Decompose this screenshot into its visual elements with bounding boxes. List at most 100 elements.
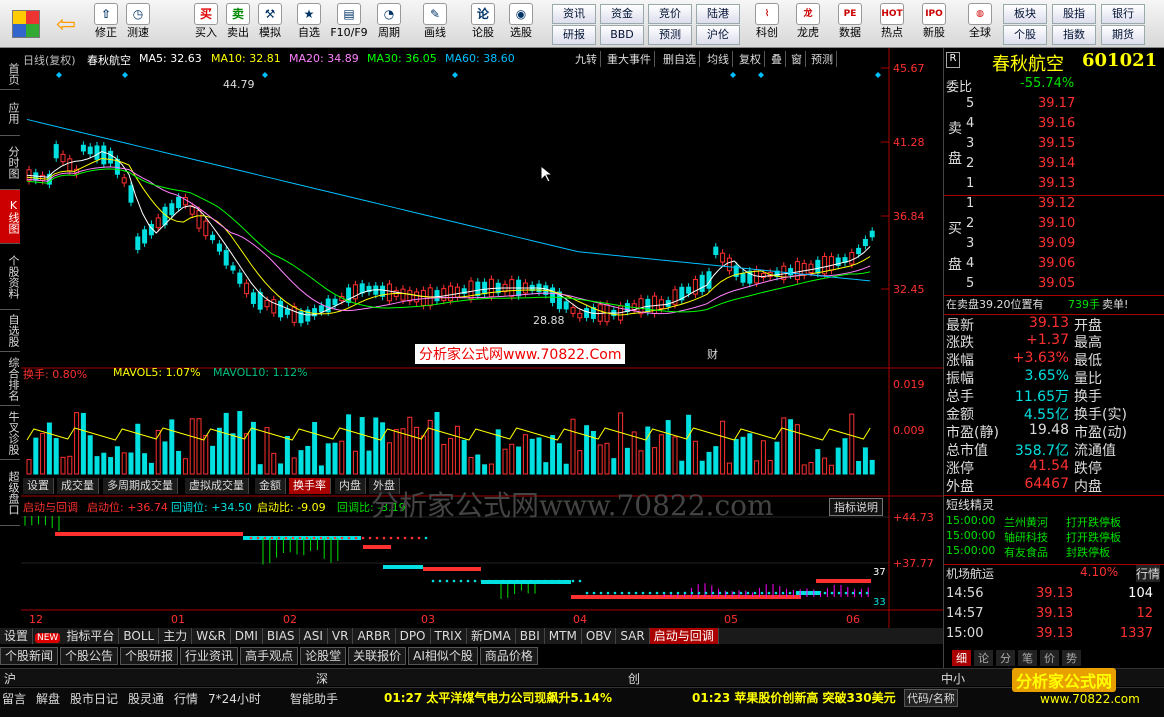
left-tab-3[interactable]: K线图 xyxy=(0,190,20,244)
indicator-help-button[interactable]: 指标说明 xyxy=(829,498,883,516)
news-tab[interactable]: 个股公告 xyxy=(60,647,119,665)
indicator-tab[interactable]: 启动与回调 xyxy=(649,628,719,644)
market-index-label[interactable]: 创 xyxy=(628,670,640,687)
elf-stock[interactable]: 兰州黄河 xyxy=(1004,514,1048,530)
toolbar-btn-6[interactable]: ▤ F10/F9 xyxy=(330,2,368,46)
chart-period-label[interactable]: 日线(复权) xyxy=(23,52,76,68)
chart-menu-item[interactable]: 重大事件 xyxy=(604,51,655,67)
indicator-tab[interactable]: VR xyxy=(328,628,354,644)
sector-label[interactable]: 机场航运 xyxy=(946,565,994,582)
bid-price[interactable]: 39.10 xyxy=(1038,216,1075,231)
toolbar-grid2-btn[interactable]: 银行 xyxy=(1101,4,1145,24)
indicator-tab[interactable]: BIAS xyxy=(263,628,300,644)
quote-bottom-tab[interactable]: 价 xyxy=(1040,650,1059,666)
market-index-label[interactable]: 沪 xyxy=(4,670,16,687)
quote-bottom-tab[interactable]: 细 xyxy=(952,650,971,666)
left-tab-5[interactable]: 自选股 xyxy=(0,310,20,352)
bid-price[interactable]: 39.12 xyxy=(1038,196,1075,211)
status-item[interactable]: 股市日记 xyxy=(70,690,118,707)
news-tab[interactable]: 商品价格 xyxy=(479,647,538,665)
news-ticker-2[interactable]: 01:23 苹果股价创新高 突破330美元 xyxy=(692,689,902,706)
news-tab[interactable]: 论股堂 xyxy=(300,647,347,665)
vol-tab[interactable]: 金额 xyxy=(255,478,286,494)
chart-menu-item[interactable]: 删自选 xyxy=(660,51,700,67)
status-item[interactable]: 股灵通 xyxy=(128,690,164,707)
market-index-label[interactable]: 中小 xyxy=(941,670,965,687)
left-tab-6[interactable]: 综合排名 xyxy=(0,352,20,406)
chart-menu-item[interactable]: 窗 xyxy=(788,51,806,67)
app-logo-icon[interactable] xyxy=(12,10,40,38)
indicator-tab[interactable]: 新DMA xyxy=(467,628,516,644)
indicator-tab[interactable]: TRIX xyxy=(431,628,467,644)
quote-bottom-tab[interactable]: 论 xyxy=(974,650,993,666)
news-tab[interactable]: 关联报价 xyxy=(348,647,407,665)
bid-price[interactable]: 39.06 xyxy=(1038,256,1075,271)
chart-menu-item[interactable]: 叠 xyxy=(768,51,786,67)
toolbar-grid2-btn[interactable]: 个股 xyxy=(1003,25,1047,45)
quote-bottom-tab[interactable]: 势 xyxy=(1062,650,1081,666)
indicator-tab[interactable]: DPO xyxy=(396,628,431,644)
toolbar-btn-4[interactable]: ⚒ 模拟 xyxy=(254,2,286,46)
bid-price[interactable]: 39.05 xyxy=(1038,276,1075,291)
left-tab-1[interactable]: 应用 xyxy=(0,90,20,136)
toolbar-btn-5[interactable]: ★ 自选 xyxy=(293,2,325,46)
chart-menu-item[interactable]: 预测 xyxy=(808,51,837,67)
chart-menu-item[interactable]: 复权 xyxy=(736,51,765,67)
toolbar-btn2-2[interactable]: PE 数据 xyxy=(832,2,868,46)
toolbar-btn-1[interactable]: ◷ 测速 xyxy=(122,2,154,46)
left-tab-7[interactable]: 牛叉诊股 xyxy=(0,406,20,460)
news-tab[interactable]: 个股研报 xyxy=(120,647,179,665)
vol-tab[interactable]: 成交量 xyxy=(57,478,99,494)
quote-bottom-tab[interactable]: 分 xyxy=(996,650,1015,666)
vol-tab[interactable]: 虚拟成交量 xyxy=(185,478,249,494)
status-item[interactable]: 解盘 xyxy=(36,690,60,707)
news-tab[interactable]: 个股新闻 xyxy=(0,647,59,665)
toolbar-btn2-4[interactable]: IPO 新股 xyxy=(916,2,952,46)
kline-chart-area[interactable]: 45.67 41.28 36.84 32.45 0.019 0.009 +44.73 +37.… xyxy=(21,48,943,628)
toolbar-btn2-5[interactable]: ◍ 全球 xyxy=(962,2,998,46)
ask-price[interactable]: 39.16 xyxy=(1038,116,1075,131)
toolbar-grid-btn[interactable]: 资讯 xyxy=(552,4,596,24)
indicator-tab[interactable]: 指标平台 xyxy=(62,628,120,644)
chart-menu-item[interactable]: 九转 xyxy=(572,51,601,67)
quote-bottom-tab[interactable]: 笔 xyxy=(1018,650,1037,666)
toolbar-grid-btn[interactable]: 沪伦 xyxy=(696,25,740,45)
left-tab-2[interactable]: 分时图 xyxy=(0,136,20,190)
indicator-tab[interactable]: 主力 xyxy=(159,628,193,644)
indicator-tab[interactable]: ARBR xyxy=(353,628,396,644)
toolbar-grid-btn[interactable]: 竞价 xyxy=(648,4,692,24)
ask-price[interactable]: 39.14 xyxy=(1038,156,1075,171)
chart-menu-item[interactable]: 均线 xyxy=(704,51,733,67)
vol-tab[interactable]: 多周期成交量 xyxy=(103,478,178,494)
news-ticker-1[interactable]: 01:27 太平洋煤气电力公司现飙升5.14% xyxy=(384,689,612,706)
toolbar-grid-btn[interactable]: 陆港 xyxy=(696,4,740,24)
toolbar-btn2-3[interactable]: HOT 热点 xyxy=(874,2,910,46)
toolbar-grid2-btn[interactable]: 板块 xyxy=(1003,4,1047,24)
indicator-tab[interactable]: DMI xyxy=(231,628,263,644)
ask-price[interactable]: 39.13 xyxy=(1038,176,1075,191)
news-tab[interactable]: 行业资讯 xyxy=(180,647,239,665)
vol-tab[interactable]: 换手率 xyxy=(289,478,331,494)
toolbar-btn-7[interactable]: ◔ 周期 xyxy=(373,2,405,46)
toolbar-btn2-1[interactable]: 龙龙虎 xyxy=(790,2,826,46)
vol-tab[interactable]: 内盘 xyxy=(335,478,366,494)
ask-price[interactable]: 39.15 xyxy=(1038,136,1075,151)
status-item[interactable]: 行情 xyxy=(174,690,198,707)
left-tab-4[interactable]: 个股资料 xyxy=(0,244,20,310)
status-item[interactable]: 留言 xyxy=(2,690,26,707)
elf-stock[interactable]: 轴研科技 xyxy=(1004,529,1048,545)
left-tab-0[interactable]: 首页 xyxy=(0,58,20,90)
status-item[interactable]: 7*24小时 xyxy=(208,690,261,707)
kline-chart-svg[interactable]: 45.67 41.28 36.84 32.45 0.019 0.009 +44.73 +37.… xyxy=(21,48,943,628)
indicator-tab[interactable]: MTM xyxy=(545,628,582,644)
toolbar-btn-9[interactable]: 论论股 xyxy=(467,2,499,46)
indicator-tab[interactable]: ASI xyxy=(300,628,328,644)
elf-stock[interactable]: 有友食品 xyxy=(1004,544,1048,560)
toolbar-grid-btn[interactable]: 预测 xyxy=(648,25,692,45)
indicator-tab[interactable]: BOLL xyxy=(119,628,160,644)
vol-tab[interactable]: 设置 xyxy=(23,478,54,494)
toolbar-grid-btn[interactable]: BBD xyxy=(600,25,644,45)
ask-price[interactable]: 39.17 xyxy=(1038,96,1075,111)
indicator-tab[interactable]: OBV xyxy=(582,628,617,644)
toolbar-grid2-btn[interactable]: 指数 xyxy=(1052,25,1096,45)
